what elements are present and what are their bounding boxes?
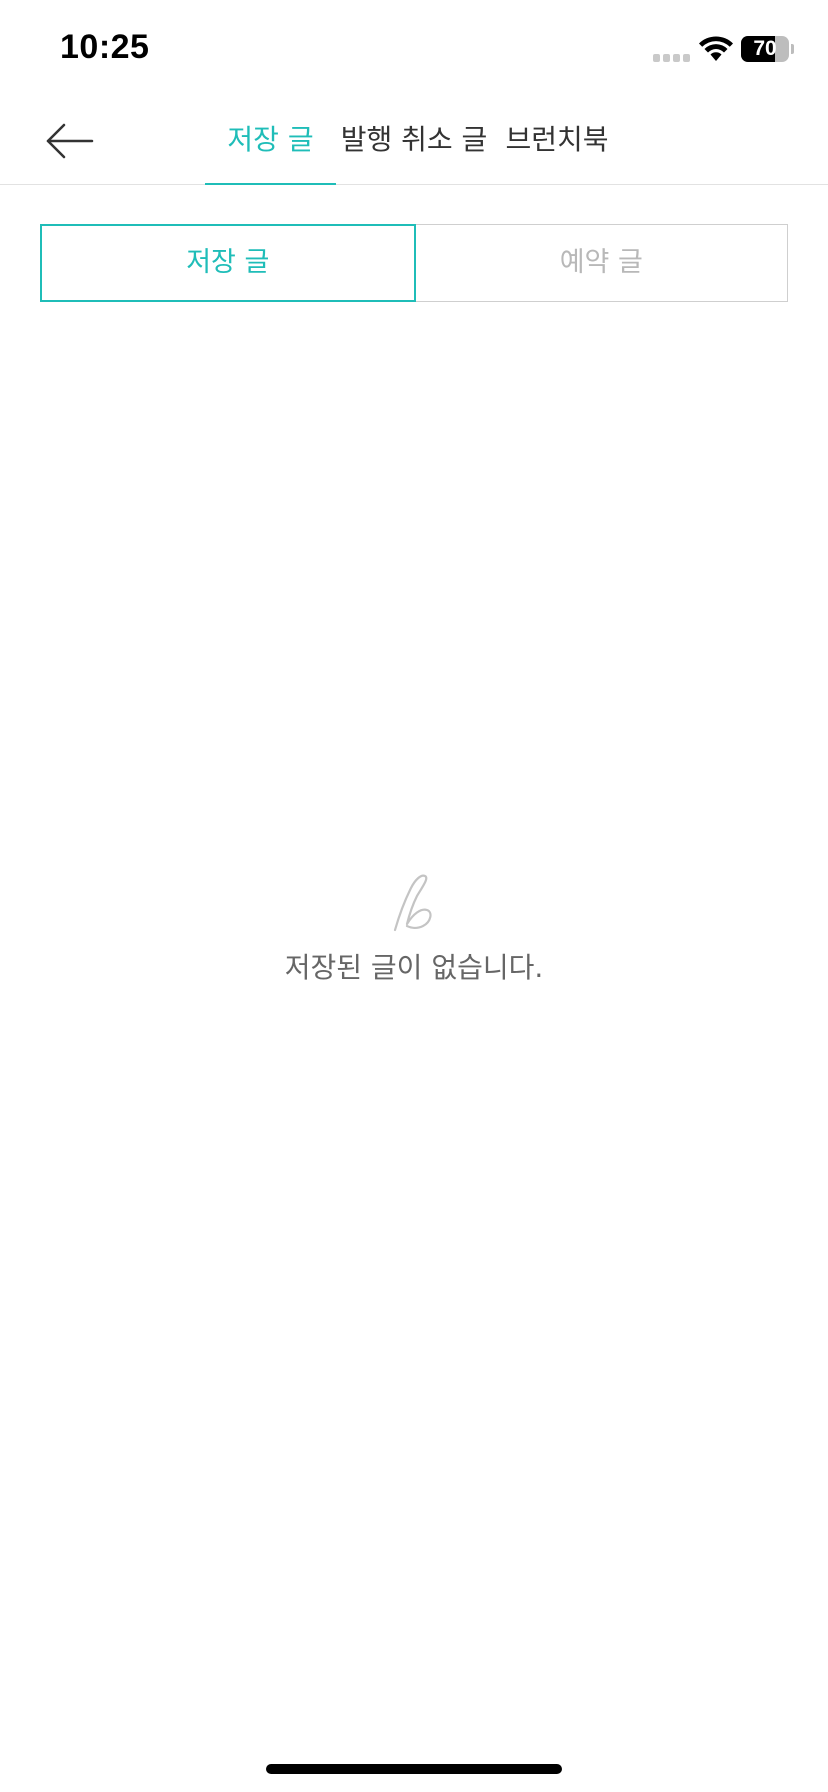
empty-state-message: 저장된 글이 없습니다. — [284, 951, 544, 984]
brunch-b-icon — [393, 874, 432, 932]
tab-saved-posts[interactable]: 저장 글 — [205, 100, 336, 185]
empty-state: 저장된 글이 없습니다. — [0, 870, 828, 986]
segment-saved-posts[interactable]: 저장 글 — [40, 224, 416, 302]
home-indicator[interactable] — [266, 1764, 562, 1774]
post-type-toggle: 저장 글 예약 글 — [40, 224, 788, 302]
tab-unpublished-posts[interactable]: 발행 취소 글 — [340, 100, 488, 184]
tab-brunchbook[interactable]: 브런치북 — [500, 100, 614, 184]
status-time: 10:25 — [60, 28, 150, 66]
battery-nub — [791, 44, 794, 54]
battery-percent: 70 — [753, 37, 777, 60]
cellular-signal-icon — [653, 54, 690, 62]
battery-icon: 70 — [741, 36, 789, 62]
segment-scheduled-posts[interactable]: 예약 글 — [415, 224, 788, 302]
wifi-icon — [699, 36, 733, 61]
top-navigation: 저장 글 발행 취소 글 브런치북 — [0, 100, 828, 185]
status-bar: 10:25 70 — [0, 0, 828, 100]
back-arrow-icon[interactable] — [40, 116, 96, 166]
